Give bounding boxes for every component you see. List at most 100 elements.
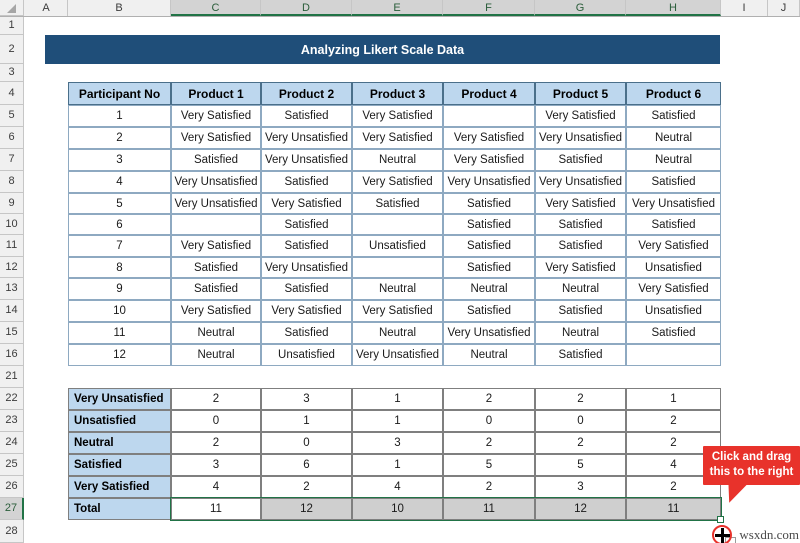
summary-count-cell[interactable]: 3: [352, 432, 443, 454]
table-cell[interactable]: Satisfied: [261, 322, 352, 344]
table-cell[interactable]: Satisfied: [261, 105, 352, 127]
table-cell[interactable]: Very Satisfied: [352, 171, 443, 193]
row-header-23[interactable]: 23: [0, 410, 24, 432]
summary-row-label[interactable]: Very Satisfied: [68, 476, 171, 498]
table-cell[interactable]: Satisfied: [171, 257, 261, 278]
table-cell[interactable]: [352, 214, 443, 235]
table-cell[interactable]: Satisfied: [626, 214, 721, 235]
table-cell[interactable]: Very Satisfied: [352, 105, 443, 127]
row-header-4[interactable]: 4: [0, 82, 24, 105]
row-header-7[interactable]: 7: [0, 149, 24, 171]
row-header-2[interactable]: 2: [0, 35, 24, 64]
row-header-14[interactable]: 14: [0, 300, 24, 322]
table-cell[interactable]: Very Satisfied: [352, 300, 443, 322]
table-cell[interactable]: Satisfied: [443, 257, 535, 278]
summary-count-cell[interactable]: 3: [171, 454, 261, 476]
summary-count-cell[interactable]: 2: [535, 432, 626, 454]
table-cell[interactable]: Very Unsatisfied: [535, 171, 626, 193]
table-cell[interactable]: 1: [68, 105, 171, 127]
table-cell[interactable]: Satisfied: [261, 171, 352, 193]
row-header-15[interactable]: 15: [0, 322, 24, 344]
summary-count-cell[interactable]: 2: [443, 432, 535, 454]
summary-count-cell[interactable]: 3: [535, 476, 626, 498]
table-cell[interactable]: Very Satisfied: [443, 127, 535, 149]
summary-count-cell[interactable]: 4: [352, 476, 443, 498]
summary-count-cell[interactable]: 1: [352, 410, 443, 432]
summary-count-cell[interactable]: 1: [352, 454, 443, 476]
table-cell[interactable]: Very Unsatisfied: [171, 171, 261, 193]
row-header-16[interactable]: 16: [0, 344, 24, 366]
table-cell[interactable]: Neutral: [535, 322, 626, 344]
table-cell[interactable]: 6: [68, 214, 171, 235]
table-cell[interactable]: 12: [68, 344, 171, 366]
table-cell[interactable]: Neutral: [626, 149, 721, 171]
summary-count-cell[interactable]: 2: [535, 388, 626, 410]
summary-count-cell[interactable]: 4: [171, 476, 261, 498]
table-cell[interactable]: Satisfied: [171, 278, 261, 300]
table-cell[interactable]: Neutral: [352, 322, 443, 344]
table-cell[interactable]: [171, 214, 261, 235]
summary-row-label[interactable]: Unsatisfied: [68, 410, 171, 432]
column-header-j[interactable]: J: [768, 0, 800, 16]
table-cell[interactable]: 7: [68, 235, 171, 257]
table-cell[interactable]: Satisfied: [261, 278, 352, 300]
summary-count-cell[interactable]: 1: [626, 388, 721, 410]
summary-count-cell[interactable]: 1: [261, 410, 352, 432]
table-cell[interactable]: [352, 257, 443, 278]
fill-handle[interactable]: [717, 516, 724, 523]
row-header-9[interactable]: 9: [0, 193, 24, 214]
row-header-3[interactable]: 3: [0, 64, 24, 82]
column-header-a[interactable]: A: [25, 0, 68, 16]
table-cell[interactable]: 11: [68, 322, 171, 344]
table-cell[interactable]: Satisfied: [535, 300, 626, 322]
table-cell[interactable]: Satisfied: [171, 149, 261, 171]
table-cell[interactable]: Very Unsatisfied: [443, 171, 535, 193]
summary-count-cell[interactable]: 2: [443, 476, 535, 498]
table-cell[interactable]: Neutral: [535, 278, 626, 300]
table-cell[interactable]: Very Unsatisfied: [171, 193, 261, 214]
summary-count-cell[interactable]: 2: [171, 388, 261, 410]
column-header-e[interactable]: E: [352, 0, 443, 16]
table-cell[interactable]: Very Satisfied: [535, 193, 626, 214]
table-cell[interactable]: Very Satisfied: [352, 127, 443, 149]
table-cell[interactable]: Very Satisfied: [443, 149, 535, 171]
table-cell[interactable]: Satisfied: [535, 214, 626, 235]
table-cell[interactable]: Satisfied: [626, 171, 721, 193]
summary-count-cell[interactable]: 2: [443, 388, 535, 410]
table-cell[interactable]: Very Unsatisfied: [261, 149, 352, 171]
table-cell[interactable]: 3: [68, 149, 171, 171]
table-cell[interactable]: Neutral: [171, 322, 261, 344]
row-header-13[interactable]: 13: [0, 278, 24, 300]
row-header-28[interactable]: 28: [0, 520, 24, 543]
table-cell[interactable]: Satisfied: [443, 235, 535, 257]
table-cell[interactable]: 5: [68, 193, 171, 214]
summary-count-cell[interactable]: 0: [171, 410, 261, 432]
column-header-d[interactable]: D: [261, 0, 352, 16]
table-cell[interactable]: Satisfied: [535, 235, 626, 257]
summary-row-label[interactable]: Total: [68, 498, 171, 520]
table-cell[interactable]: 9: [68, 278, 171, 300]
table-cell[interactable]: [626, 344, 721, 366]
summary-total-cell[interactable]: 11: [626, 498, 721, 520]
summary-row-label[interactable]: Neutral: [68, 432, 171, 454]
table-cell[interactable]: Very Satisfied: [171, 235, 261, 257]
summary-row-label[interactable]: Very Unsatisfied: [68, 388, 171, 410]
table-cell[interactable]: Very Unsatisfied: [261, 127, 352, 149]
table-cell[interactable]: Very Unsatisfied: [261, 257, 352, 278]
table-cell[interactable]: Very Unsatisfied: [626, 193, 721, 214]
summary-total-cell[interactable]: 12: [535, 498, 626, 520]
row-header-10[interactable]: 10: [0, 214, 24, 235]
table-cell[interactable]: Very Satisfied: [626, 235, 721, 257]
column-header-i[interactable]: I: [721, 0, 768, 16]
table-cell[interactable]: Very Unsatisfied: [443, 322, 535, 344]
table-cell[interactable]: Very Satisfied: [626, 278, 721, 300]
column-header-f[interactable]: F: [443, 0, 535, 16]
table-cell[interactable]: 4: [68, 171, 171, 193]
table-cell[interactable]: Satisfied: [626, 322, 721, 344]
column-header-b[interactable]: B: [68, 0, 171, 16]
row-header-12[interactable]: 12: [0, 257, 24, 278]
table-cell[interactable]: Neutral: [443, 344, 535, 366]
table-cell[interactable]: Neutral: [352, 149, 443, 171]
table-cell[interactable]: Very Unsatisfied: [535, 127, 626, 149]
table-cell[interactable]: Very Satisfied: [171, 105, 261, 127]
